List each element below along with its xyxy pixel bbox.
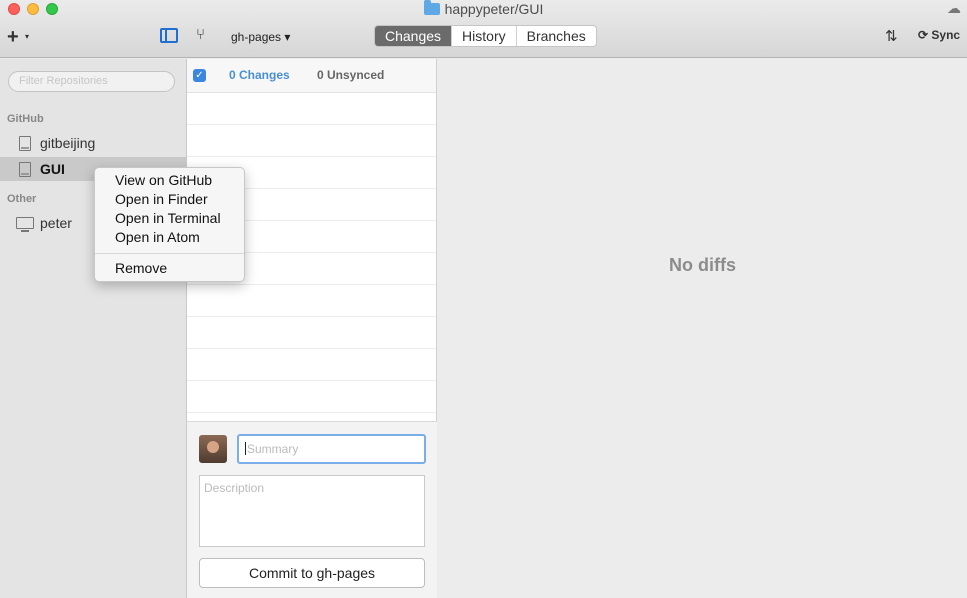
summary-input[interactable]: Summary [237,434,426,464]
list-row [187,93,436,125]
repository-icon [19,162,31,177]
list-row [187,349,436,381]
computer-icon [16,217,34,232]
list-row [187,317,436,349]
tab-history[interactable]: History [451,26,516,46]
list-row [187,285,436,317]
filter-repositories-input[interactable]: Filter Repositories [8,71,175,92]
pull-request-icon[interactable]: ⇅ [885,27,898,45]
repo-name: peter [40,215,72,231]
diff-panel: No diffs [438,59,967,598]
chevron-down-icon[interactable]: ▾ [25,32,29,41]
cloud-upload-icon[interactable]: ☁ [947,0,961,17]
repository-context-menu: View on GitHub Open in Finder Open in Te… [94,167,245,282]
section-label-github: GitHub [7,113,44,125]
title-bar: happypeter/GUI ☁ + ▾ ⑂ gh-pages ▾ Change… [0,0,967,58]
sync-button[interactable]: ⟳ Sync [918,28,960,42]
empty-diff-message: No diffs [669,255,736,275]
tab-branches[interactable]: Branches [515,26,596,46]
description-input[interactable]: Description [199,475,425,547]
commit-button[interactable]: Commit to gh-pages [199,558,425,588]
branch-selector[interactable]: gh-pages ▾ [231,30,290,44]
sync-icon: ⟳ [918,28,929,42]
folder-icon [423,0,440,15]
select-all-checkbox[interactable]: ✓ [193,69,206,82]
list-row [187,381,436,413]
branch-icon[interactable]: ⑂ [196,26,205,43]
menu-item-open-in-atom[interactable]: Open in Atom [95,228,244,247]
menu-item-view-on-github[interactable]: View on GitHub [95,171,244,190]
section-label-other: Other [7,193,37,205]
sidebar-item-gitbeijing[interactable]: gitbeijing [0,131,187,155]
changes-panel: ✓ 0 Changes 0 Unsynced Summary Descripti… [187,59,437,598]
menu-item-remove[interactable]: Remove [95,259,244,278]
repository-sidebar: Filter Repositories GitHub gitbeijing GU… [0,59,187,598]
view-tabs: Changes History Branches [374,25,597,47]
window-title-text: happypeter/GUI [444,1,544,17]
commit-area: Summary Description Commit to gh-pages [187,421,437,598]
menu-item-open-in-terminal[interactable]: Open in Terminal [95,209,244,228]
menu-divider [95,253,244,254]
window-title: happypeter/GUI [0,0,967,17]
avatar [199,435,227,463]
changes-header: ✓ 0 Changes 0 Unsynced [187,59,436,93]
tab-changes[interactable]: Changes [375,26,452,46]
sidebar-toggle-button[interactable] [160,28,178,43]
add-repository-button[interactable]: + [7,26,19,49]
menu-item-open-in-finder[interactable]: Open in Finder [95,190,244,209]
list-row [187,125,436,157]
repo-name: gitbeijing [40,135,96,151]
repository-icon [19,136,31,151]
unsynced-count[interactable]: 0 Unsynced [317,68,384,82]
sync-label: Sync [931,28,961,42]
repo-name: GUI [40,161,65,177]
changes-count[interactable]: 0 Changes [229,68,290,82]
